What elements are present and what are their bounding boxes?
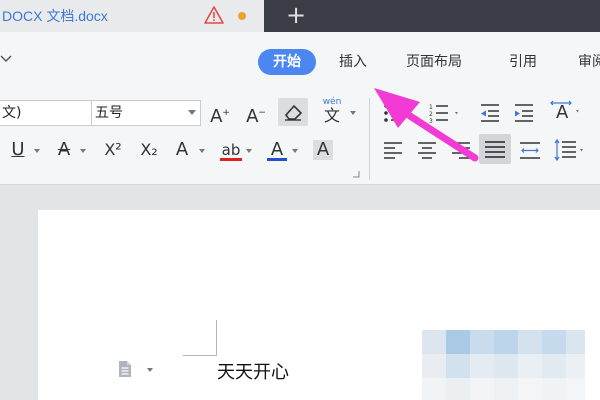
font-name-select[interactable]: 文) [0,100,92,126]
chevron-down-icon[interactable] [0,52,12,64]
font-color-bar [267,158,287,161]
menu-tab-home[interactable]: 开始 [258,49,316,75]
font-name-value: 文) [2,105,22,121]
character-shading-label: A [313,140,333,160]
subscript-button[interactable]: X₂ [132,137,166,163]
menu-tab-insert[interactable]: 插入 [339,50,367,74]
document-text[interactable]: 天天开心 [217,358,289,384]
character-shading-button[interactable]: A [310,137,336,163]
font-color-button[interactable]: A [264,137,290,163]
unsaved-dot-icon [238,12,246,20]
menu-tab-references[interactable]: 引用 [509,50,537,74]
grow-font-label: A [210,106,223,127]
highlight-label: ab [221,141,241,159]
strikethrough-label: A [57,139,71,160]
annotation-arrow [374,88,479,162]
font-dialog-launcher-icon[interactable] [352,170,360,178]
font-size-select[interactable]: 五号 [91,100,201,126]
document-tab-title[interactable]: DOCX 文档.docx [2,6,108,26]
warning-icon[interactable] [204,6,224,24]
menu-tab-review[interactable]: 审阅 [578,50,600,74]
chevron-down-icon[interactable] [292,149,298,153]
phonetic-char: 文 [323,106,340,125]
blurred-region [422,330,585,400]
chevron-down-icon[interactable] [246,149,252,153]
phonetic-guide-button[interactable]: wén 文 [318,97,356,127]
increase-indent-icon [515,104,533,122]
menu-tab-page-layout[interactable]: 页面布局 [406,50,462,74]
shrink-font-button[interactable]: A− [242,100,270,127]
text-direction-icon [550,100,579,113]
superscript-button[interactable]: X² [96,137,130,163]
eraser-icon [284,104,303,121]
distributed-icon [520,142,540,159]
underline-label: U [11,139,25,160]
line-spacing-button[interactable] [552,137,586,163]
new-tab-button[interactable]: + [284,1,308,29]
text-effect-label: A [175,139,189,160]
chevron-down-icon[interactable] [147,368,153,372]
line-spacing-icon [554,138,583,162]
chevron-down-icon [188,110,196,115]
font-color-label: A [270,139,284,160]
increase-indent-button[interactable] [512,102,536,124]
document-icon[interactable] [118,360,132,378]
highlight-color-bar [220,158,242,161]
chevron-down-icon[interactable] [34,149,40,153]
chevron-down-icon [350,111,356,115]
clear-format-button[interactable] [278,98,308,126]
distributed-button[interactable] [518,139,542,161]
chevron-down-icon[interactable] [80,149,86,153]
underline-button[interactable]: U [4,137,32,163]
strikethrough-button[interactable]: A [50,137,78,163]
highlight-button[interactable]: ab [216,137,246,163]
chevron-down-icon[interactable] [199,149,205,153]
grow-font-button[interactable]: A+ [206,100,234,127]
shrink-font-label: A [246,106,259,127]
font-size-value: 五号 [95,105,123,121]
text-effect-button[interactable]: A [170,137,194,163]
margin-corner-mark [183,320,217,356]
text-direction-button[interactable]: A [548,98,582,126]
